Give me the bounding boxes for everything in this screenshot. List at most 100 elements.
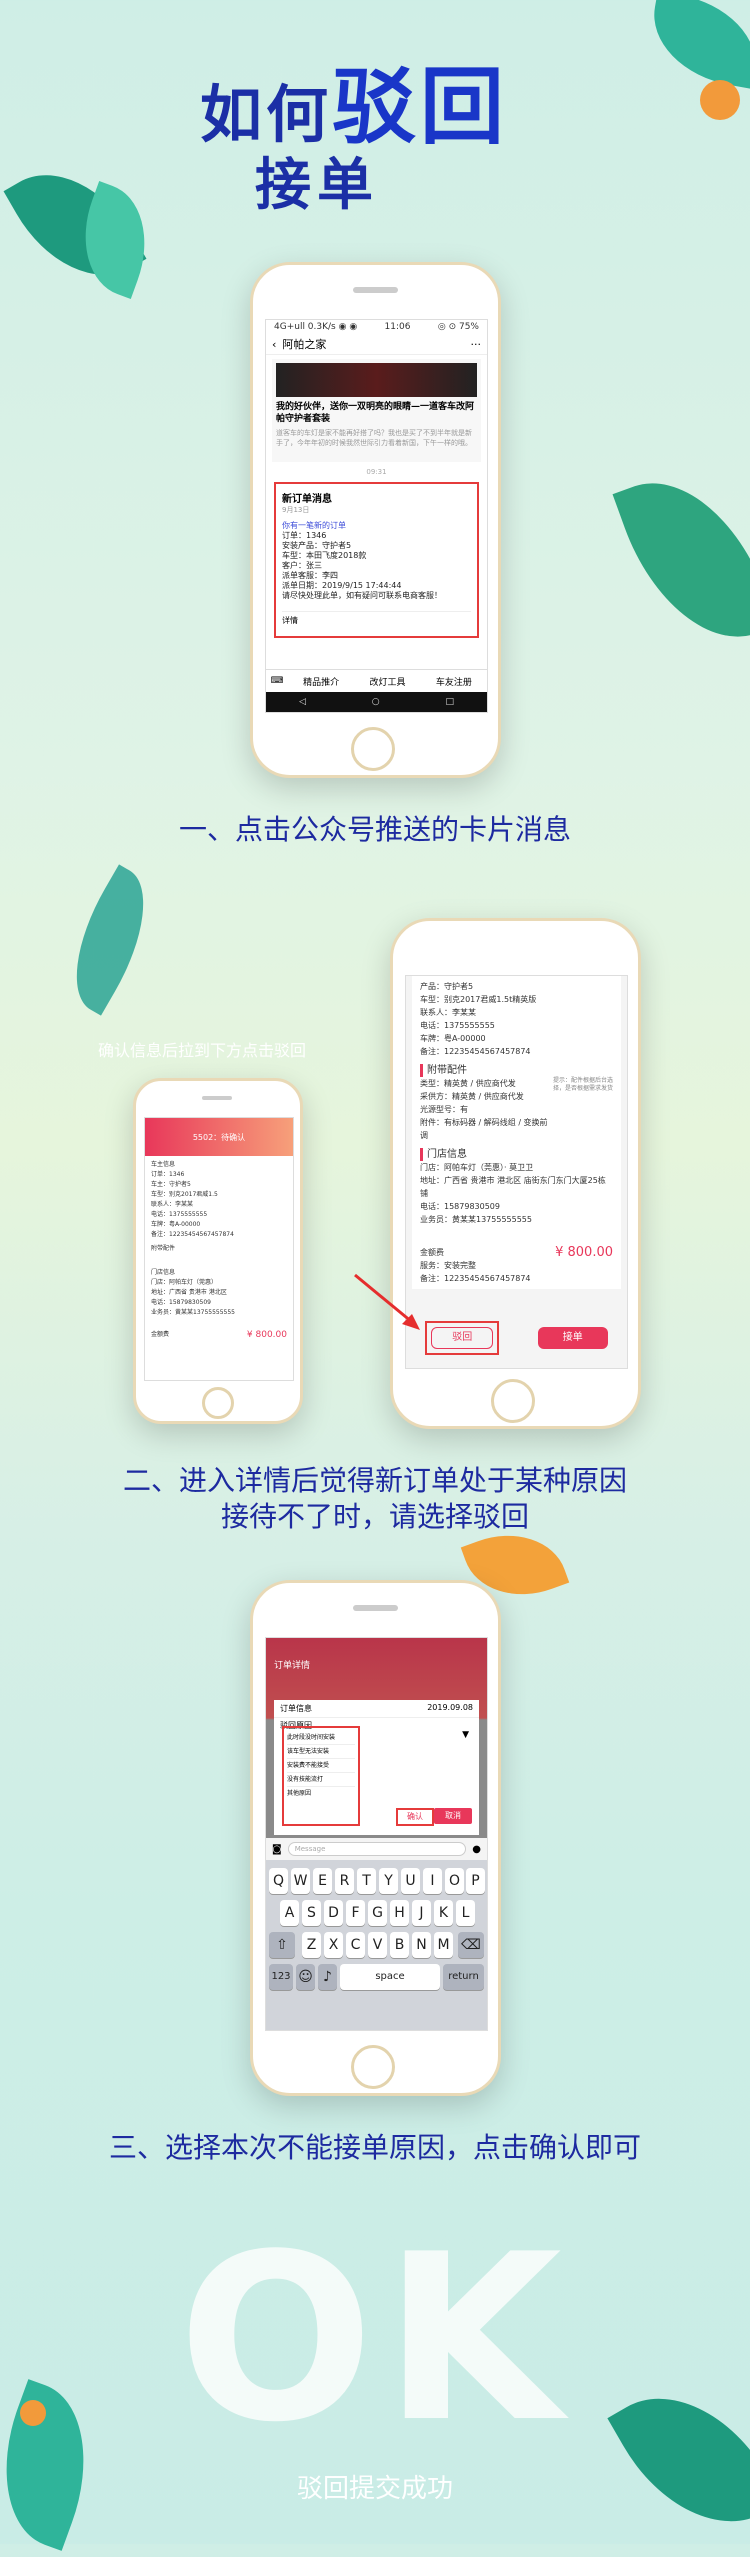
key-F[interactable]: F <box>346 1900 365 1926</box>
status-battery: ◎ ⊙ 75% <box>437 322 479 332</box>
key-J[interactable]: J <box>412 1900 431 1926</box>
numbers-key[interactable]: 123 <box>269 1964 293 1990</box>
key-O[interactable]: O <box>445 1868 464 1894</box>
home-button <box>351 727 395 771</box>
key-P[interactable]: P <box>466 1868 485 1894</box>
phone-screen-2-small: 5502：待确认 车主信息 订单：1346 车主：守护者5 车型：别克2017君… <box>144 1117 294 1381</box>
key-M[interactable]: M <box>434 1932 453 1958</box>
key-H[interactable]: H <box>390 1900 409 1926</box>
android-nav-bar: ◁ ○ □ <box>266 692 487 712</box>
reason-option[interactable]: 该车型无法安装 <box>287 1745 355 1759</box>
small-line: 订单：1346 <box>151 1171 185 1178</box>
service-line: 服务：安装完整 <box>420 1261 476 1270</box>
store-line: 门店：阿帕车灯（莞惠）· 莫卫卫 <box>420 1163 534 1172</box>
key-S[interactable]: S <box>302 1900 321 1926</box>
back-icon[interactable]: ‹ <box>272 338 276 351</box>
menu-item[interactable]: 改灯工具 <box>354 675 420 688</box>
remark-line: 备注：12235454567457874 <box>420 1274 531 1283</box>
key-L[interactable]: L <box>456 1900 475 1926</box>
decorative-leaf <box>49 864 171 1016</box>
phone-mockup-2-large: 产品：守护者5 车型：别克2017君威1.5t精英版 联系人：李某某 电话：13… <box>390 918 641 1429</box>
keyboard-icon[interactable]: ⌨ <box>266 676 288 686</box>
small-line: 地址：广西省 贵港市 港北区 <box>151 1289 227 1296</box>
phone-speaker <box>353 287 398 293</box>
key-Z[interactable]: Z <box>302 1932 321 1958</box>
decorative-leaf <box>612 456 750 664</box>
message-bar: ◙ Message ● <box>266 1838 487 1860</box>
reason-option[interactable]: 安装费不能接受 <box>287 1759 355 1773</box>
key-U[interactable]: U <box>401 1868 420 1894</box>
key-A[interactable]: A <box>280 1900 299 1926</box>
key-C[interactable]: C <box>346 1932 365 1958</box>
card-line: 订单：1346 <box>282 531 327 540</box>
key-T[interactable]: T <box>357 1868 376 1894</box>
key-V[interactable]: V <box>368 1932 387 1958</box>
reason-option[interactable]: 其他原因 <box>287 1787 355 1800</box>
home-button <box>491 1379 535 1423</box>
emoji-key[interactable]: ☺ <box>296 1964 315 1990</box>
keyboard: Q W E R T Y U I O P A S D F G H J K L ⇧ … <box>266 1860 487 2030</box>
confirm-button[interactable]: 确认 <box>396 1808 434 1826</box>
key-G[interactable]: G <box>368 1900 387 1926</box>
key-B[interactable]: B <box>390 1932 409 1958</box>
small-line: 车主：守护者5 <box>151 1181 191 1188</box>
backspace-key[interactable]: ⌫ <box>458 1932 484 1958</box>
amount-row: 金额费 ¥ 800.00 <box>420 1246 613 1259</box>
more-icon[interactable]: ··· <box>471 338 482 351</box>
card-line: 客户：张三 <box>282 561 322 570</box>
nav-home-icon[interactable]: ○ <box>372 697 380 707</box>
shift-key[interactable]: ⇧ <box>269 1932 295 1958</box>
card-line: 派单客服：李四 <box>282 571 338 580</box>
small-line: 门店：阿帕车灯（莞惠） <box>151 1279 218 1286</box>
card-detail-link[interactable]: 详情 <box>282 611 471 626</box>
phone-screen-2-large: 产品：守护者5 车型：别克2017君威1.5t精英版 联系人：李某某 电话：13… <box>405 975 628 1369</box>
article-image <box>276 363 477 397</box>
key-W[interactable]: W <box>291 1868 310 1894</box>
dictation-key[interactable]: ♪ <box>318 1964 337 1990</box>
article-card[interactable]: 我的好伙伴，送你一双明亮的眼睛—一道客车改阿帕守护者套装 道客车的车灯是家不能再… <box>272 359 481 462</box>
key-I[interactable]: I <box>423 1868 442 1894</box>
microphone-icon[interactable]: ● <box>472 1844 481 1855</box>
ok-graphic: OK <box>178 2206 572 2473</box>
nav-back-icon[interactable]: ◁ <box>299 697 306 707</box>
accept-button[interactable]: 接单 <box>537 1327 608 1349</box>
reason-option[interactable]: 没有技能流打 <box>287 1773 355 1787</box>
key-N[interactable]: N <box>412 1932 431 1958</box>
phone-speaker <box>353 1605 398 1611</box>
key-Q[interactable]: Q <box>269 1868 288 1894</box>
card-line: 车型：本田飞度2018款 <box>282 551 367 560</box>
space-key[interactable]: space <box>340 1964 440 1990</box>
reason-option[interactable]: 此时段没时间安装 <box>287 1731 355 1745</box>
detail-contact: 联系人：李某某 <box>420 1008 476 1017</box>
key-K[interactable]: K <box>434 1900 453 1926</box>
card-title: 新订单消息 <box>282 494 332 505</box>
reject-button[interactable]: 驳回 <box>431 1327 494 1349</box>
small-line: 业务员：黄某某13755555555 <box>151 1309 235 1316</box>
return-key[interactable]: return <box>443 1964 484 1990</box>
key-D[interactable]: D <box>324 1900 343 1926</box>
modal-date: 2019.09.08 <box>427 1703 473 1712</box>
reason-dropdown[interactable]: 此时段没时间安装 该车型无法安装 安装费不能接受 没有技能流打 其他原因 <box>282 1726 360 1826</box>
message-input[interactable]: Message <box>287 1842 467 1856</box>
menu-item[interactable]: 精品推介 <box>288 675 354 688</box>
nav-bar: ‹ 阿帕之家 ··· <box>266 334 487 355</box>
dropdown-arrow-icon[interactable]: ▼ <box>462 1730 469 1740</box>
amount-label: 金额费 <box>420 1248 444 1257</box>
small-line: 备注：12235454567457874 <box>151 1231 234 1238</box>
small-line: 车牌：粤A-00000 <box>151 1221 201 1228</box>
camera-icon[interactable]: ◙ <box>272 1844 282 1855</box>
key-X[interactable]: X <box>324 1932 343 1958</box>
parts-line: 类型：精英黄 / 供应商代发 <box>420 1079 516 1088</box>
cancel-button[interactable]: 取消 <box>434 1808 472 1824</box>
key-R[interactable]: R <box>335 1868 354 1894</box>
home-button <box>202 1387 234 1419</box>
card-line: 安装产品：守护者5 <box>282 541 352 550</box>
key-E[interactable]: E <box>313 1868 332 1894</box>
phone-mockup-3: 订单详情 订单信息 2019.09.08 驳回原因 此时段没时间安装 该车型无法… <box>250 1580 501 2096</box>
order-message-card[interactable]: 新订单消息 9月13日 你有一笔新的订单 订单：1346 安装产品：守护者5 车… <box>274 482 479 638</box>
menu-item[interactable]: 车友注册 <box>421 675 487 688</box>
nav-title: 阿帕之家 <box>282 338 327 351</box>
key-Y[interactable]: Y <box>379 1868 398 1894</box>
nav-recent-icon[interactable]: □ <box>446 697 455 707</box>
status-bar: 4G+ull 0.3K/s ◉ ◉ 11:06 ◎ ⊙ 75% <box>266 320 487 334</box>
